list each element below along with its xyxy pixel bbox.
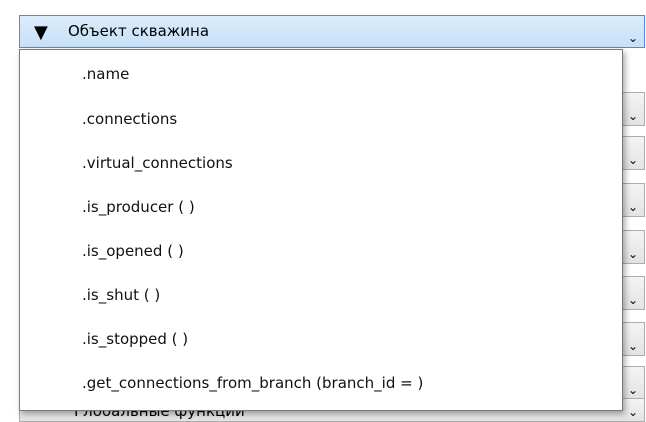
chevron-down-icon[interactable]: ⌄: [628, 201, 638, 213]
chevron-down-icon[interactable]: ⌄: [628, 32, 638, 44]
chevron-down-icon[interactable]: ⌄: [628, 248, 638, 260]
list-item[interactable]: .is_opened ( ): [82, 238, 184, 264]
triangle-down-icon: ▼: [34, 22, 48, 43]
chevron-down-icon[interactable]: ⌄: [628, 340, 638, 352]
chevron-down-icon[interactable]: ⌄: [628, 154, 638, 166]
list-item[interactable]: .is_shut ( ): [82, 282, 160, 308]
list-item[interactable]: .get_connections_from_branch (branch_id …: [82, 370, 423, 396]
list-item[interactable]: .connections: [82, 106, 177, 132]
chevron-down-icon[interactable]: ⌄: [628, 110, 638, 122]
chevron-down-icon[interactable]: ⌄: [628, 406, 638, 418]
list-item[interactable]: .virtual_connections: [82, 150, 233, 176]
chevron-down-icon[interactable]: ⌄: [628, 384, 638, 396]
object-combobox[interactable]: ▼ Объект скважина ⌄: [19, 15, 645, 48]
list-item[interactable]: .name: [82, 61, 129, 87]
list-item[interactable]: .is_stopped ( ): [82, 326, 188, 352]
combo-selected-label: Объект скважина: [68, 22, 210, 40]
dropdown-list: .name .connections .virtual_connections …: [19, 49, 623, 411]
list-item[interactable]: .is_producer ( ): [82, 194, 195, 220]
chevron-down-icon[interactable]: ⌄: [628, 294, 638, 306]
